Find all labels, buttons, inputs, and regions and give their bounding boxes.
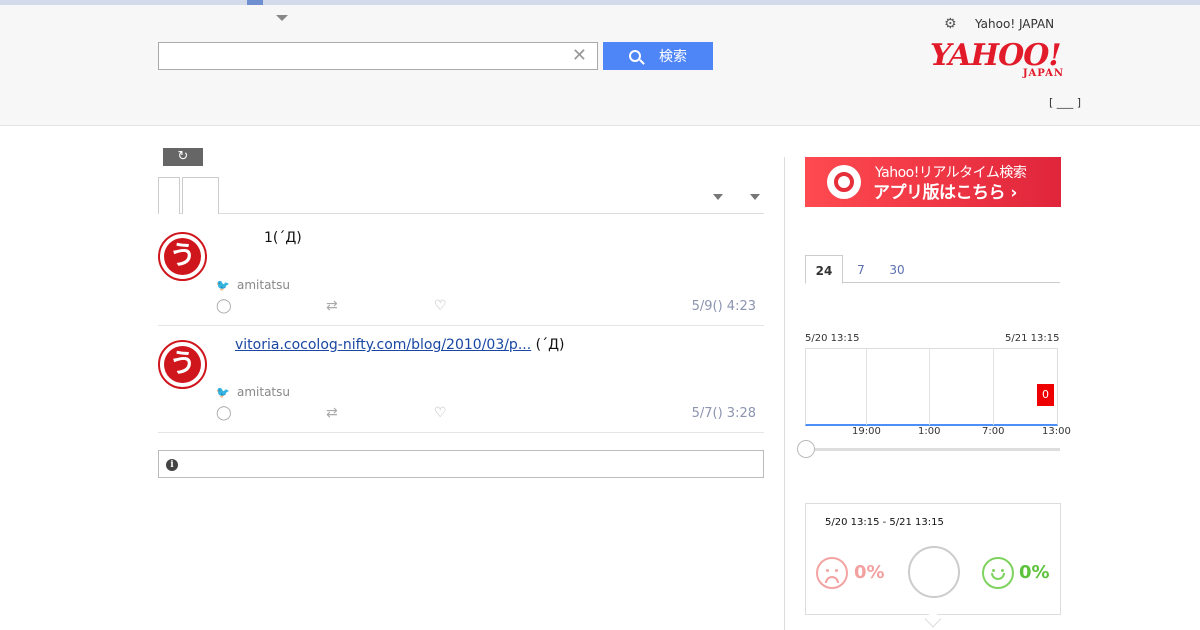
chart-end-label: 5/21 13:15 bbox=[1005, 333, 1060, 344]
tweet-user: 🐦 amitatsu bbox=[216, 278, 290, 292]
search-box: ✕ bbox=[158, 42, 598, 70]
search-button-label: 検索 bbox=[659, 48, 687, 64]
chart-gridline bbox=[929, 349, 930, 425]
like-icon[interactable]: ♡ bbox=[434, 298, 447, 314]
banner-line2: アプリ版はこちら › bbox=[873, 183, 1017, 203]
sentiment-ring bbox=[908, 546, 960, 598]
list-item: う vitoria.cocolog-nifty.com/blog/2010/03… bbox=[158, 326, 764, 433]
twitter-bird-icon: 🐦 bbox=[216, 385, 230, 399]
time-slider-track[interactable] bbox=[806, 448, 1060, 451]
avatar-glyph: う bbox=[164, 238, 201, 275]
volume-chart bbox=[805, 348, 1058, 426]
time-slider-handle[interactable] bbox=[797, 440, 815, 458]
x-tick-label: 1:00 bbox=[918, 426, 941, 437]
feed-tabs bbox=[158, 177, 764, 214]
chart-start-label: 5/20 13:15 bbox=[805, 333, 860, 344]
search-app-icon bbox=[827, 165, 861, 199]
refresh-icon: ↻ bbox=[177, 149, 189, 164]
header: ⚙ Yahoo! JAPAN ✕ 検索 YAHOO! JAPAN [ ___ ] bbox=[0, 5, 1200, 126]
tweet-text-row: vitoria.cocolog-nifty.com/blog/2010/03/p… bbox=[235, 337, 565, 353]
like-icon[interactable]: ♡ bbox=[434, 405, 447, 421]
tab-range-7[interactable]: 7 bbox=[851, 255, 871, 283]
tweet-user: 🐦 amitatsu bbox=[216, 385, 290, 399]
logo-main-text: YAHOO! bbox=[930, 38, 1062, 73]
avatar[interactable]: う bbox=[158, 232, 207, 281]
tweet-username[interactable]: amitatsu bbox=[237, 385, 290, 399]
x-tick-label: 7:00 bbox=[982, 426, 1005, 437]
tab-first[interactable] bbox=[158, 177, 180, 214]
tab-range-24[interactable]: 24 bbox=[805, 255, 843, 284]
category-dropdown-caret-icon[interactable] bbox=[276, 15, 288, 21]
happy-face-icon bbox=[982, 557, 1014, 589]
chart-gridline bbox=[993, 349, 994, 425]
sort-dropdown-icon[interactable] bbox=[750, 194, 760, 200]
tweet-time[interactable]: 5/9() 4:23 bbox=[692, 299, 756, 314]
x-tick-label: 13:00 bbox=[1042, 426, 1071, 437]
retweet-icon[interactable]: ⇄ bbox=[326, 298, 338, 314]
logo-sub-text: JAPAN bbox=[1022, 68, 1064, 79]
sentiment-panel: 5/20 13:15 - 5/21 13:15 0% 0% bbox=[805, 503, 1061, 615]
avatar-glyph: う bbox=[164, 346, 201, 383]
twitter-bird-icon: 🐦 bbox=[216, 278, 230, 292]
search-icon bbox=[629, 50, 641, 62]
sad-face-icon bbox=[816, 557, 848, 589]
info-icon: i bbox=[166, 459, 178, 471]
filter-dropdown-icon[interactable] bbox=[713, 194, 723, 200]
app-banner[interactable]: Yahoo!リアルタイム検索 アプリ版はこちら › bbox=[805, 157, 1061, 207]
yahoo-japan-link[interactable]: Yahoo! JAPAN bbox=[975, 17, 1054, 31]
tab-range-30[interactable]: 30 bbox=[885, 255, 909, 283]
positive-percent: 0% bbox=[1019, 562, 1050, 583]
user-menu-bracket[interactable]: [ ___ ] bbox=[1049, 97, 1089, 109]
chart-current-value: 0 bbox=[1037, 384, 1054, 406]
sentiment-range: 5/20 13:15 - 5/21 13:15 bbox=[825, 517, 944, 528]
tweet-link[interactable]: vitoria.cocolog-nifty.com/blog/2010/03/p… bbox=[235, 337, 531, 353]
chart-gridline bbox=[866, 349, 867, 425]
refresh-button[interactable]: ↻ bbox=[163, 148, 203, 166]
reply-icon[interactable]: ◯ bbox=[216, 298, 232, 314]
avatar[interactable]: う bbox=[158, 340, 207, 389]
x-tick-label: 19:00 bbox=[852, 426, 881, 437]
tweet-username[interactable]: amitatsu bbox=[237, 278, 290, 292]
gear-icon[interactable]: ⚙ bbox=[944, 17, 958, 31]
search-input[interactable] bbox=[159, 43, 559, 69]
clear-icon[interactable]: ✕ bbox=[572, 46, 587, 66]
info-notice: i bbox=[158, 450, 764, 478]
yahoo-japan-logo[interactable]: YAHOO! JAPAN bbox=[930, 41, 1070, 81]
range-tabs: 24 7 30 bbox=[805, 255, 1060, 284]
tweet-time[interactable]: 5/7() 3:28 bbox=[692, 406, 756, 421]
search-button[interactable]: 検索 bbox=[603, 42, 713, 70]
tab-second[interactable] bbox=[182, 177, 219, 214]
tweet-text: 1(´Д) bbox=[264, 230, 302, 246]
list-item: う 1(´Д) 🐦 amitatsu ◯ ⇄ ♡ 5/9() 4:23 bbox=[158, 214, 764, 326]
reply-icon[interactable]: ◯ bbox=[216, 405, 232, 421]
negative-percent: 0% bbox=[854, 562, 885, 583]
tweet-text: (´Д) bbox=[535, 337, 565, 353]
column-divider bbox=[784, 157, 785, 630]
retweet-icon[interactable]: ⇄ bbox=[326, 405, 338, 421]
